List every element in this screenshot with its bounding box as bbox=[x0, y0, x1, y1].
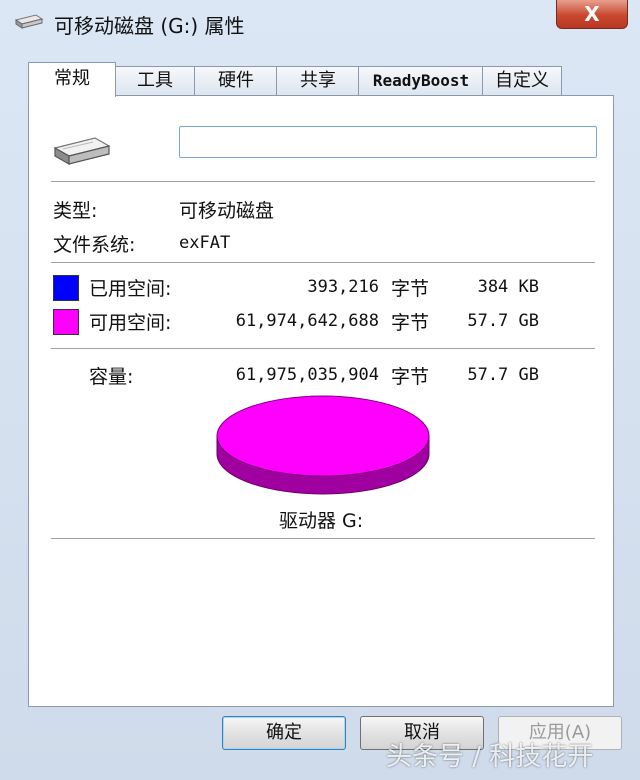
divider bbox=[51, 348, 595, 349]
used-space-color-swatch bbox=[53, 275, 79, 301]
capacity-size: 57.7 GB bbox=[467, 365, 539, 385]
capacity-bytes-unit: 字节 bbox=[391, 366, 430, 388]
watermark: 头条号 / 科技花开 bbox=[386, 742, 594, 772]
free-space-size: 57.7 GB bbox=[467, 311, 539, 331]
tab-tools[interactable]: 工具 bbox=[114, 66, 196, 95]
tab-sharing[interactable]: 共享 bbox=[276, 66, 360, 95]
divider bbox=[51, 262, 595, 263]
properties-window: 可移动磁盘 (G:) 属性 X 常规 工具 硬件 共享 ReadyBoost 自… bbox=[0, 0, 640, 780]
divider bbox=[51, 181, 595, 182]
free-space-bytes: 61,974,642,688 bbox=[235, 311, 379, 331]
used-space-size: 384 KB bbox=[477, 277, 539, 297]
tab-general[interactable]: 常规 bbox=[28, 62, 116, 97]
used-space-bytes-unit: 字节 bbox=[391, 278, 430, 300]
type-label: 类型: bbox=[53, 200, 98, 222]
divider bbox=[51, 538, 595, 539]
removable-drive-icon bbox=[14, 14, 44, 29]
used-space-bytes: 393,216 bbox=[307, 277, 379, 297]
free-space-label: 可用空间: bbox=[89, 312, 172, 334]
filesystem-label: 文件系统: bbox=[53, 234, 136, 256]
free-space-color-swatch bbox=[53, 309, 79, 335]
filesystem-value: exFAT bbox=[179, 233, 231, 253]
tab-hardware[interactable]: 硬件 bbox=[194, 66, 278, 95]
tab-readyboost[interactable]: ReadyBoost bbox=[358, 66, 484, 95]
drive-icon bbox=[53, 137, 111, 166]
used-space-label: 已用空间: bbox=[89, 278, 172, 300]
ok-button[interactable]: 确定 bbox=[222, 716, 346, 750]
tab-customize[interactable]: 自定义 bbox=[482, 66, 562, 95]
close-icon: X bbox=[584, 2, 600, 26]
window-title: 可移动磁盘 (G:) 属性 bbox=[54, 14, 245, 38]
title-bar[interactable]: 可移动磁盘 (G:) 属性 X bbox=[0, 0, 640, 44]
free-space-bytes-unit: 字节 bbox=[391, 312, 430, 334]
capacity-bytes: 61,975,035,904 bbox=[235, 365, 379, 385]
type-value: 可移动磁盘 bbox=[179, 200, 275, 222]
drive-name-input[interactable] bbox=[179, 126, 597, 158]
general-tab-panel: 类型: 可移动磁盘 文件系统: exFAT 已用空间: 393,216 字节 3… bbox=[28, 95, 614, 707]
drive-label: 驱动器 G: bbox=[279, 510, 364, 532]
capacity-label: 容量: bbox=[89, 366, 134, 388]
close-button[interactable]: X bbox=[556, 0, 628, 29]
disk-usage-pie bbox=[216, 395, 430, 495]
